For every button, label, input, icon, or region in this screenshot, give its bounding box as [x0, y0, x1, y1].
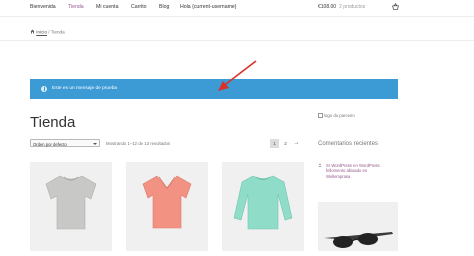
sort-select[interactable]: Orden por defecto	[30, 139, 100, 147]
mint-longsleeve-shirt-image	[233, 175, 293, 230]
coral-vneck-tshirt-image	[142, 175, 192, 229]
sidebar-product-card[interactable]	[318, 202, 398, 251]
pagination-page-1[interactable]: 1	[270, 139, 279, 148]
product-card[interactable]	[222, 162, 304, 251]
pagination-next-arrow[interactable]: →	[292, 139, 301, 148]
product-card[interactable]	[30, 162, 112, 251]
recent-comment-link[interactable]: Sr WordPress en WordPress fellomento abi…	[326, 163, 386, 179]
comment-author-icon	[318, 163, 322, 167]
sort-selected-value: Orden por defecto	[33, 141, 67, 147]
page-title: Tienda	[30, 114, 76, 131]
recent-comments-heading: Comentarios recientes	[318, 141, 379, 147]
broken-image-icon	[318, 113, 323, 119]
chevron-down-icon	[93, 142, 97, 145]
pagination-page-2[interactable]: 2	[281, 139, 290, 148]
results-count: Mostrando 1–12 de 13 resultados	[106, 141, 171, 146]
partner-logo-image: logo do parceiro	[318, 113, 355, 119]
partner-logo-alt: logo do parceiro	[324, 113, 355, 118]
product-card[interactable]	[126, 162, 208, 251]
gray-tshirt-image	[45, 175, 97, 230]
sunglasses-image	[324, 232, 393, 248]
